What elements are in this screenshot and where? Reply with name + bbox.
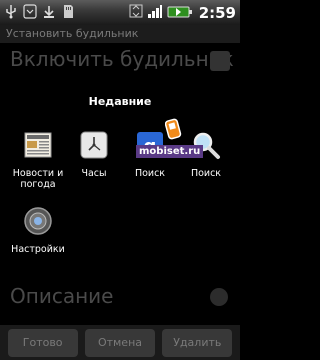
clock-icon [79, 130, 109, 160]
watermark-logo-icon [164, 116, 183, 140]
news-weather-icon [23, 130, 53, 160]
recent-app-label: Поиск [134, 168, 166, 179]
debug-icon [23, 4, 37, 19]
enable-alarm-checkbox [210, 51, 230, 71]
recent-app-google-search[interactable]: g Поиск [122, 130, 178, 212]
recent-app-label: Настройки [11, 244, 65, 255]
network-icon [129, 3, 143, 23]
battery-icon [167, 4, 193, 23]
recent-apps-dialog: Недавние Новости и погода Часы g Поиск П… [4, 88, 236, 276]
dialog-title: Недавние [88, 95, 152, 108]
status-bar: 2:59 [0, 0, 240, 25]
recent-app-search[interactable]: Поиск [178, 130, 234, 212]
sd-card-icon [61, 4, 75, 19]
recent-app-settings[interactable]: Настройки [10, 206, 66, 288]
recent-app-label: Поиск [190, 168, 222, 179]
bottom-button-bar: Готово Отмена Удалить [0, 325, 240, 360]
done-button: Готово [7, 328, 78, 357]
recent-app-label: Часы [81, 168, 107, 179]
enable-alarm-row: Включить будильник [0, 43, 240, 83]
description-toggle [210, 288, 228, 306]
signal-icon [147, 3, 163, 23]
enable-alarm-label: Включить будильник [10, 47, 234, 71]
recent-app-label: Новости и погода [12, 168, 64, 190]
watermark-text: mobiset.ru [136, 145, 204, 158]
recent-app-clock[interactable]: Часы [66, 130, 122, 212]
recent-app-news-weather[interactable]: Новости и погода [10, 130, 66, 212]
clock-text: 2:59 [198, 4, 236, 22]
download-icon [42, 4, 56, 19]
usb-icon [4, 4, 18, 19]
delete-button: Удалить [162, 328, 233, 357]
revert-button: Отмена [84, 328, 155, 357]
settings-icon [23, 206, 53, 236]
background-title: Установить будильник [0, 25, 240, 43]
